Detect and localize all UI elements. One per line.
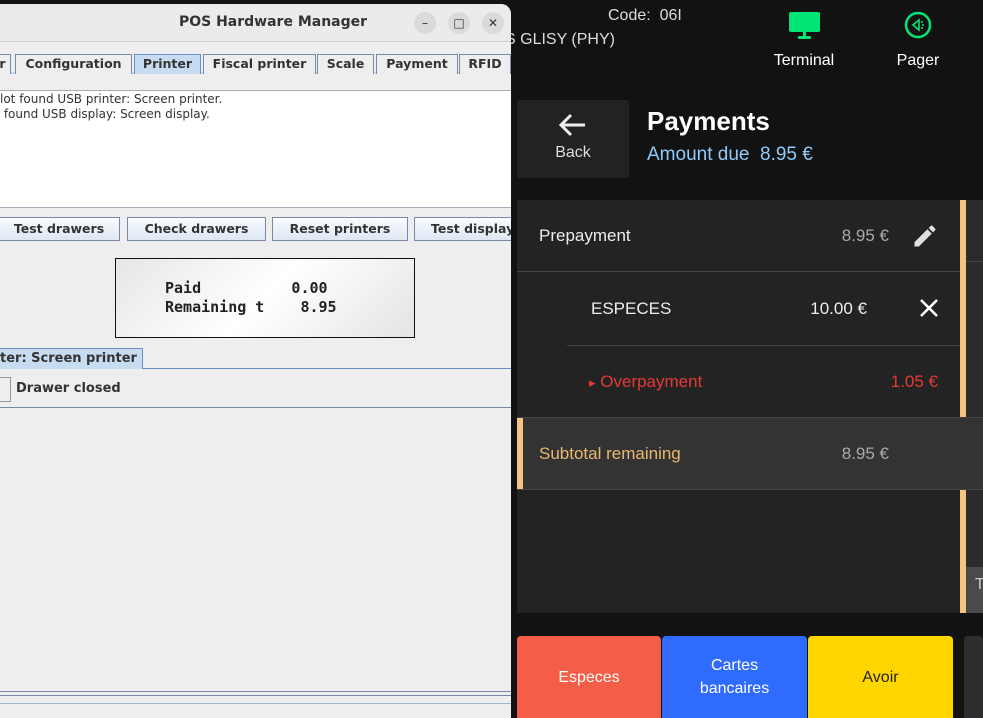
overpayment-amount: 1.05 €	[890, 371, 938, 391]
more-method-button[interactable]	[964, 636, 983, 718]
subtotal-label: Subtotal remaining	[539, 443, 681, 463]
triangle-right-icon: ▸	[589, 374, 596, 390]
drawer-status: Drawer closed	[16, 381, 121, 396]
terminal-button[interactable]: Terminal	[764, 8, 844, 73]
minimize-button[interactable]: –	[414, 12, 436, 34]
page-title: Payments	[647, 106, 770, 136]
code-label: Code: 06I	[608, 7, 682, 24]
display-line-2: Remaining t 8.95	[165, 298, 337, 316]
terminal-label: Terminal	[773, 52, 835, 69]
subtotal-row: Subtotal remaining 8.95 €	[517, 417, 983, 490]
close-button[interactable]: ✕	[482, 12, 504, 34]
especes-method-button[interactable]: Especes	[517, 636, 661, 718]
bottom-line-1	[0, 691, 511, 692]
subtotal-accent	[517, 418, 523, 489]
overpayment-row: ▸ Overpayment 1.05 €	[517, 346, 960, 417]
maximize-button[interactable]: □	[448, 12, 470, 34]
tab-printer[interactable]: Printer	[134, 54, 201, 74]
monitor-icon	[789, 12, 820, 39]
test-drawers-button[interactable]: Test drawers	[0, 217, 120, 241]
arrow-left-icon	[558, 113, 585, 137]
tab-payment[interactable]: Payment	[376, 54, 458, 74]
tab-configuration[interactable]: Configuration	[15, 54, 132, 74]
tab-rfid[interactable]: RFID	[459, 54, 511, 74]
pager-icon	[904, 11, 932, 39]
back-label: Back	[555, 144, 591, 161]
hardware-manager-window: POS Hardware Manager – □ ✕ r Configurati…	[0, 4, 511, 718]
prepayment-amount: 8.95 €	[841, 225, 889, 245]
pager-button[interactable]: Pager	[878, 8, 958, 73]
side-tab[interactable]: T	[966, 567, 983, 613]
pager-label: Pager	[896, 52, 940, 69]
prepayment-row[interactable]: Prepayment 8.95 €	[517, 200, 960, 272]
tab-screen-printer[interactable]: ter: Screen printer	[0, 348, 143, 369]
overpayment-label: ▸ Overpayment	[589, 372, 702, 392]
display-line-1: Paid 0.00	[165, 279, 328, 297]
back-button[interactable]: Back	[517, 100, 629, 178]
overpayment-text: Overpayment	[600, 371, 703, 391]
divider	[0, 407, 511, 408]
pencil-icon[interactable]	[911, 222, 939, 250]
especes-amount: 10.00 €	[810, 299, 867, 318]
avoir-method-button[interactable]: Avoir	[808, 636, 953, 718]
cartes-method-button[interactable]: Cartes bancaires	[662, 636, 807, 718]
drawer-indicator	[0, 377, 11, 402]
tab-fiscal-printer[interactable]: Fiscal printer	[203, 54, 316, 74]
bottom-line-2	[0, 695, 511, 696]
bottom-line-3	[0, 703, 511, 704]
tab-partial[interactable]: r	[0, 54, 11, 74]
reset-printers-button[interactable]: Reset printers	[272, 217, 408, 241]
tab-bar: r Configuration Printer Fiscal printer S…	[0, 54, 511, 74]
side-divider	[966, 261, 983, 262]
especes-label: ESPECES	[591, 299, 672, 318]
close-icon[interactable]	[919, 298, 939, 318]
especes-row[interactable]: ESPECES 10.00 €	[517, 272, 960, 346]
check-drawers-button[interactable]: Check drawers	[127, 217, 266, 241]
amount-due: Amount due 8.95 €	[647, 144, 813, 165]
store-name: S GLISY (PHY)	[505, 31, 615, 48]
test-display-button[interactable]: Test display	[414, 217, 511, 241]
customer-display: Paid 0.00 Remaining t 8.95	[115, 258, 415, 338]
tab-scale[interactable]: Scale	[317, 54, 374, 74]
subtotal-amount: 8.95 €	[841, 443, 889, 463]
log-output[interactable]: lot found USB printer: Screen printer. f…	[0, 90, 511, 208]
prepayment-label: Prepayment	[539, 225, 631, 245]
